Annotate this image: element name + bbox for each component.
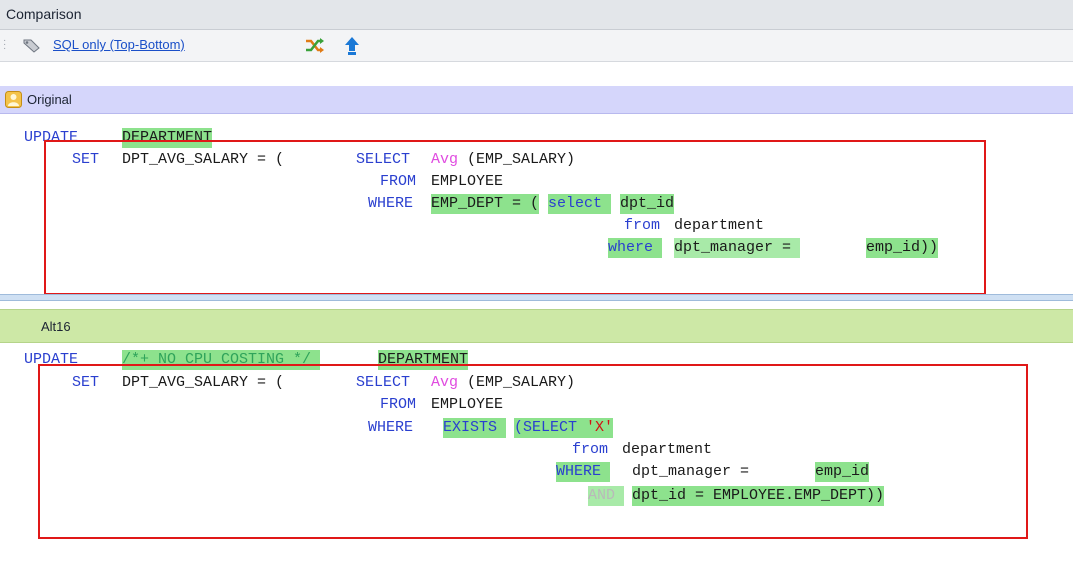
- code-token: (EMP_SALARY): [467, 151, 576, 168]
- code-token: emp_id: [815, 462, 870, 482]
- code-token: (EMP_SALARY): [467, 374, 576, 391]
- keyword-exists: EXISTS: [443, 418, 507, 438]
- code-token: DPT_AVG_SALARY = (: [122, 151, 285, 168]
- code-token: dpt_id: [620, 194, 675, 214]
- original-label: Original: [27, 92, 72, 107]
- tag-icon: [23, 39, 40, 53]
- function-avg: Avg: [431, 151, 459, 168]
- table-name: DEPARTMENT: [122, 128, 213, 148]
- comparison-panel-header: Comparison: [0, 0, 1073, 30]
- alt-section-header: Alt16: [0, 309, 1073, 343]
- function-avg: Avg: [431, 374, 459, 391]
- keyword-where: where: [608, 238, 663, 258]
- keyword-select: select: [548, 194, 612, 214]
- code-line: AND dpt_id = EMPLOYEE.EMP_DEPT)): [0, 486, 885, 506]
- code-line: where dpt_manager = emp_id)): [0, 238, 939, 258]
- table-name: DEPARTMENT: [378, 350, 469, 370]
- keyword-update: UPDATE: [24, 129, 88, 146]
- code-line: UPDATE /*+ NO_CPU_COSTING */ DEPARTMENT: [0, 350, 469, 370]
- keyword-from: FROM: [380, 173, 426, 190]
- keyword-where: WHERE: [368, 419, 423, 436]
- keyword-select: SELECT: [356, 151, 420, 168]
- keyword-from: from: [572, 441, 618, 458]
- keyword-select: SELECT: [356, 374, 420, 391]
- panel-title: Comparison: [6, 6, 82, 22]
- code-line: UPDATE DEPARTMENT: [0, 128, 213, 148]
- code-token: dpt_id = EMPLOYEE.EMP_DEPT)): [632, 486, 885, 506]
- alt-sql-editor[interactable]: UPDATE /*+ NO_CPU_COSTING */ DEPARTMENT …: [0, 344, 1073, 506]
- code-token: DPT_AVG_SALARY = (: [122, 374, 285, 391]
- code-line: SET DPT_AVG_SALARY = ( SELECT Avg (EMP_S…: [0, 373, 575, 393]
- keyword-where: WHERE: [368, 195, 423, 212]
- original-section-header: Original: [0, 86, 1073, 114]
- keyword-and: AND: [588, 486, 625, 506]
- hint-comment: /*+ NO_CPU_COSTING */: [122, 350, 321, 370]
- keyword-set: SET: [72, 151, 109, 168]
- keyword-update: UPDATE: [24, 351, 88, 368]
- table-name: department: [622, 441, 713, 458]
- arrow-up-icon[interactable]: [344, 36, 360, 56]
- code-line: WHERE EXISTS (SELECT 'X': [0, 418, 614, 438]
- code-line: SET DPT_AVG_SALARY = ( SELECT Avg (EMP_S…: [0, 150, 575, 170]
- pane-splitter[interactable]: [0, 294, 1073, 301]
- keyword-set: SET: [72, 374, 109, 391]
- code-token: dpt_manager =: [674, 238, 801, 258]
- code-line: FROM EMPLOYEE: [0, 172, 503, 192]
- table-name: EMPLOYEE: [431, 396, 504, 413]
- table-name: EMPLOYEE: [431, 173, 504, 190]
- code-token: EMP_DEPT = (: [431, 194, 540, 214]
- code-line: from department: [0, 216, 764, 236]
- keyword-from: from: [624, 217, 670, 234]
- string-literal: 'X': [586, 418, 614, 438]
- keyword-where: WHERE: [556, 462, 611, 482]
- code-line: WHERE EMP_DEPT = ( select dpt_id: [0, 194, 675, 214]
- code-line: from department: [0, 440, 712, 460]
- code-line: WHERE dpt_manager = emp_id: [0, 462, 870, 482]
- toolbar: · · · SQL only (Top-Bottom): [0, 30, 1073, 62]
- table-name: department: [674, 217, 765, 234]
- user-icon: [5, 91, 22, 108]
- toolbar-grip-icon[interactable]: · · ·: [3, 36, 6, 54]
- keyword-from: FROM: [380, 396, 426, 413]
- code-line: FROM EMPLOYEE: [0, 395, 503, 415]
- original-sql-editor[interactable]: UPDATE DEPARTMENT SET DPT_AVG_SALARY = (…: [0, 120, 1073, 258]
- alt-label: Alt16: [41, 319, 71, 334]
- view-mode-link[interactable]: SQL only (Top-Bottom): [53, 37, 185, 52]
- code-token: emp_id)): [866, 238, 939, 258]
- code-token: dpt_manager =: [632, 463, 759, 480]
- shuffle-icon[interactable]: [305, 37, 325, 55]
- keyword-select: (SELECT: [514, 418, 587, 438]
